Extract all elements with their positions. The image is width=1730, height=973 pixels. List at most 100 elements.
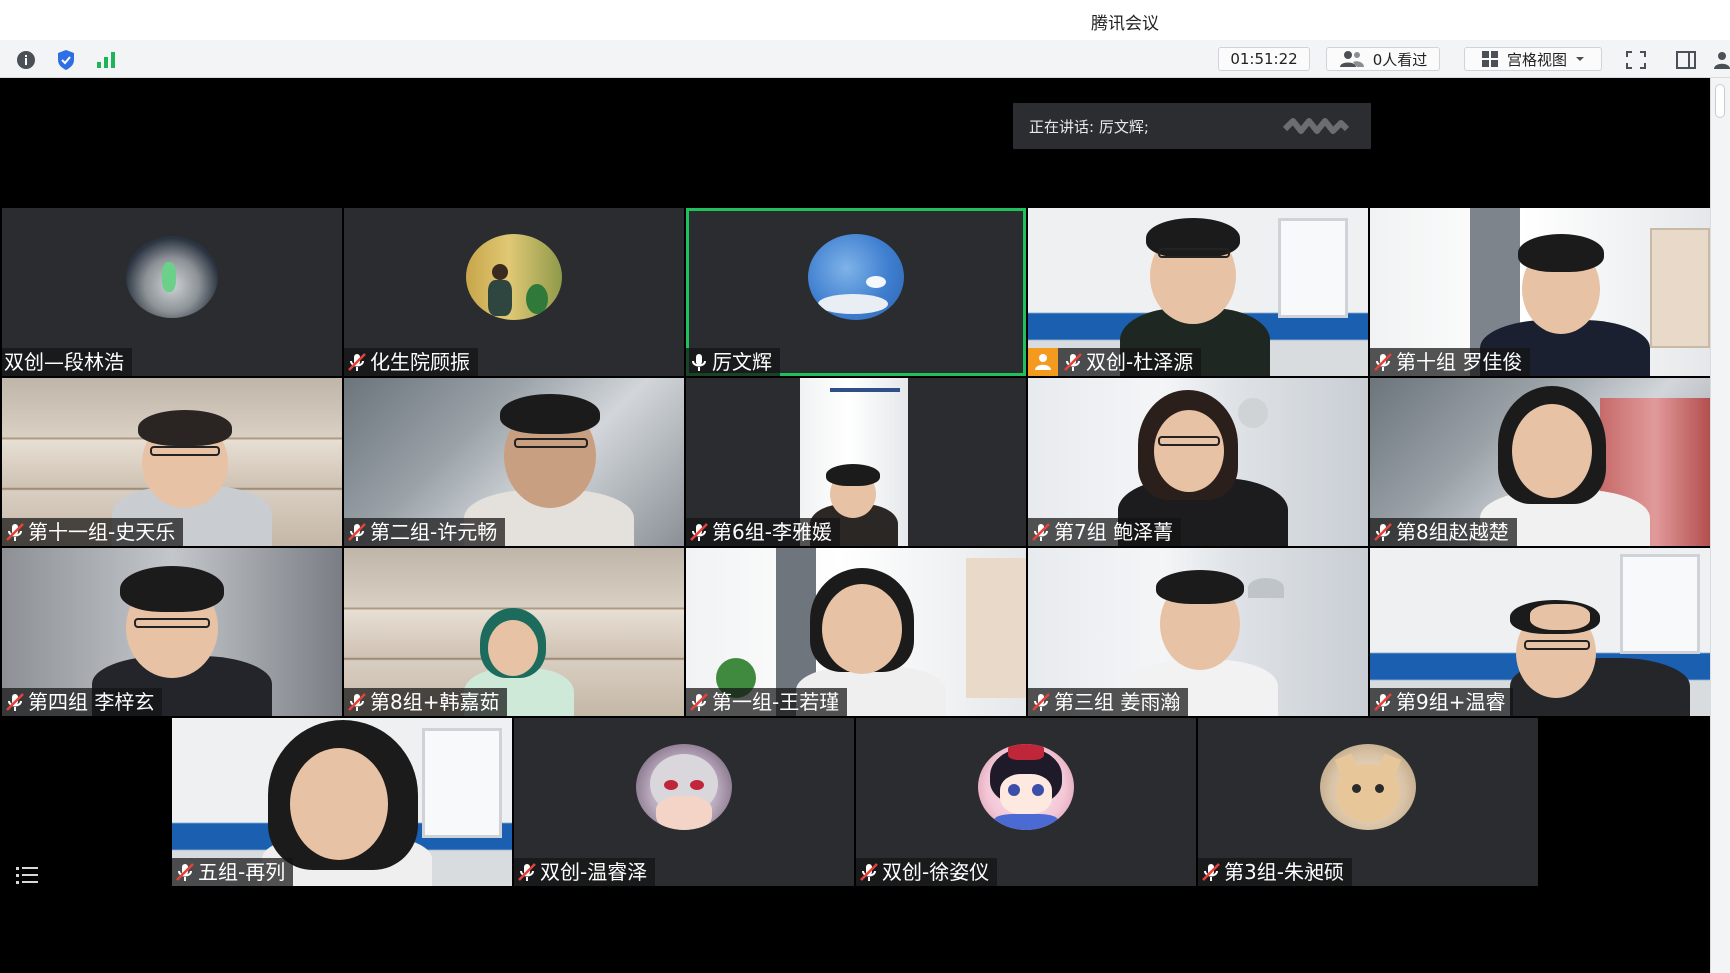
title-bar: 腾讯会议 xyxy=(0,0,1730,40)
glasses xyxy=(150,446,220,456)
avatar xyxy=(808,234,904,320)
video-tile-active-speaker[interactable]: 厉文辉 xyxy=(686,208,1026,376)
participant-nameplate: 第6组-李雅媛 xyxy=(686,518,840,546)
person-head xyxy=(822,584,902,674)
participant-nameplate: 双创—段林浩 xyxy=(2,348,132,376)
video-tile[interactable]: 第一组-王若瑾 xyxy=(686,548,1026,716)
person-hair xyxy=(120,566,224,612)
participant-nameplate: 第9组+温睿 xyxy=(1370,688,1514,716)
participant-name: 第二组-许元畅 xyxy=(370,520,498,544)
participant-name: 五组-再列 xyxy=(198,860,286,884)
video-tile[interactable]: 双创-徐姿仪 xyxy=(856,718,1196,886)
mic-muted-icon xyxy=(1032,523,1050,541)
person-head xyxy=(488,620,538,676)
grid-icon xyxy=(1481,51,1498,67)
video-tile[interactable]: 第7组 鲍泽菁 xyxy=(1028,378,1368,546)
participant-nameplate: 第3组-朱昶硕 xyxy=(1198,858,1352,886)
participant-nameplate: 第8组赵越楚 xyxy=(1370,518,1517,546)
video-tile[interactable]: 第二组-许元畅 xyxy=(344,378,684,546)
mic-muted-icon xyxy=(176,863,194,881)
avatar xyxy=(636,744,732,830)
view-mode-label: 宫格视图 xyxy=(1506,50,1567,69)
video-tile[interactable]: 双创-杜泽源 xyxy=(1028,208,1368,376)
participant-nameplate: 厉文辉 xyxy=(686,348,780,376)
participant-nameplate: 第三组 姜雨瀚 xyxy=(1028,688,1189,716)
sidebar-toggle-icon[interactable] xyxy=(1674,49,1698,71)
video-tile[interactable]: 第3组-朱昶硕 xyxy=(1198,718,1538,886)
person-head xyxy=(1512,404,1592,498)
audio-wave-icon xyxy=(1282,118,1350,134)
video-tile[interactable]: 第四组 李梓玄 xyxy=(2,548,342,716)
video-tile[interactable]: 第十一组-史天乐 xyxy=(2,378,342,546)
mic-muted-icon xyxy=(348,523,366,541)
mic-muted-icon xyxy=(6,523,24,541)
participant-name: 第7组 鲍泽菁 xyxy=(1054,520,1174,544)
video-tile[interactable]: 第三组 姜雨瀚 xyxy=(1028,548,1368,716)
window-title: 腾讯会议 xyxy=(1091,14,1159,34)
shield-icon[interactable] xyxy=(54,49,78,71)
meeting-toolbar: 01:51:22 0人看过 宫格视图 xyxy=(0,40,1730,78)
participant-name: 第9组+温睿 xyxy=(1396,690,1506,714)
video-tile[interactable]: 第十组 罗佳俊 xyxy=(1370,208,1710,376)
viewers-label: 0人看过 xyxy=(1372,50,1428,69)
user-icon[interactable] xyxy=(1708,49,1730,71)
person-hair xyxy=(500,394,600,434)
signal-icon[interactable] xyxy=(94,49,118,71)
participant-nameplate: 第一组-王若瑾 xyxy=(686,688,848,716)
video-tile[interactable]: 第8组+韩嘉茹 xyxy=(344,548,684,716)
participant-name: 双创-徐姿仪 xyxy=(882,860,990,884)
avatar xyxy=(466,234,562,320)
speaking-label: 正在讲话: 厉文辉; xyxy=(1029,117,1149,136)
mic-muted-icon xyxy=(1032,693,1050,711)
meeting-timer: 01:51:22 xyxy=(1218,47,1310,71)
glasses xyxy=(514,438,588,448)
host-badge xyxy=(1028,348,1058,376)
participant-nameplate: 第8组+韩嘉茹 xyxy=(344,688,508,716)
video-tile[interactable]: 双创-温睿泽 xyxy=(514,718,854,886)
participant-name: 第十一组-史天乐 xyxy=(28,520,176,544)
viewers-button[interactable]: 0人看过 xyxy=(1326,47,1440,71)
video-tile[interactable]: 第6组-李雅媛 xyxy=(686,378,1026,546)
glasses xyxy=(1158,248,1230,258)
video-tile[interactable]: 第9组+温睿 xyxy=(1370,548,1710,716)
participant-nameplate: 双创-杜泽源 xyxy=(1028,348,1202,376)
scrollbar-thumb[interactable] xyxy=(1715,84,1725,118)
participant-name: 第十组 罗佳俊 xyxy=(1396,350,1523,374)
participant-name: 第8组赵越楚 xyxy=(1396,520,1509,544)
participant-name: 第三组 姜雨瀚 xyxy=(1054,690,1181,714)
person-hair xyxy=(1156,570,1244,604)
mic-muted-icon xyxy=(1064,353,1082,371)
person-head xyxy=(290,748,388,860)
participant-list-icon[interactable] xyxy=(14,863,42,887)
view-mode-button[interactable]: 宫格视图 xyxy=(1464,47,1602,71)
right-panel-edge xyxy=(1710,78,1730,973)
mic-icon xyxy=(692,354,706,371)
person-face xyxy=(1154,410,1224,492)
person-hair xyxy=(138,410,232,446)
person-hair xyxy=(1518,234,1604,272)
video-tile[interactable]: 五组-再列 xyxy=(172,718,512,886)
mic-muted-icon xyxy=(1374,523,1392,541)
mic-muted-icon xyxy=(348,693,366,711)
video-tile[interactable]: 第8组赵越楚 xyxy=(1370,378,1710,546)
participant-name: 双创—段林浩 xyxy=(4,350,124,374)
participant-name: 化生院顾振 xyxy=(370,350,470,374)
info-icon[interactable] xyxy=(14,49,38,71)
participant-name: 第8组+韩嘉茹 xyxy=(370,690,500,714)
mic-muted-icon xyxy=(690,693,708,711)
participant-nameplate: 化生院顾振 xyxy=(344,348,478,376)
glasses xyxy=(134,618,210,628)
avatar xyxy=(1320,744,1416,830)
participant-nameplate: 第四组 李梓玄 xyxy=(2,688,163,716)
mic-muted-icon xyxy=(1374,693,1392,711)
people-icon xyxy=(1339,51,1364,67)
video-tile[interactable]: 化生院顾振 xyxy=(344,208,684,376)
participant-name: 第3组-朱昶硕 xyxy=(1224,860,1344,884)
video-tile[interactable]: 双创—段林浩 xyxy=(2,208,342,376)
fullscreen-icon[interactable] xyxy=(1624,49,1648,71)
participant-nameplate: 双创-徐姿仪 xyxy=(856,858,998,886)
participant-nameplate: 五组-再列 xyxy=(172,858,294,886)
participant-name: 第一组-王若瑾 xyxy=(712,690,840,714)
mic-muted-icon xyxy=(348,353,366,371)
raised-hand xyxy=(1530,604,1590,630)
